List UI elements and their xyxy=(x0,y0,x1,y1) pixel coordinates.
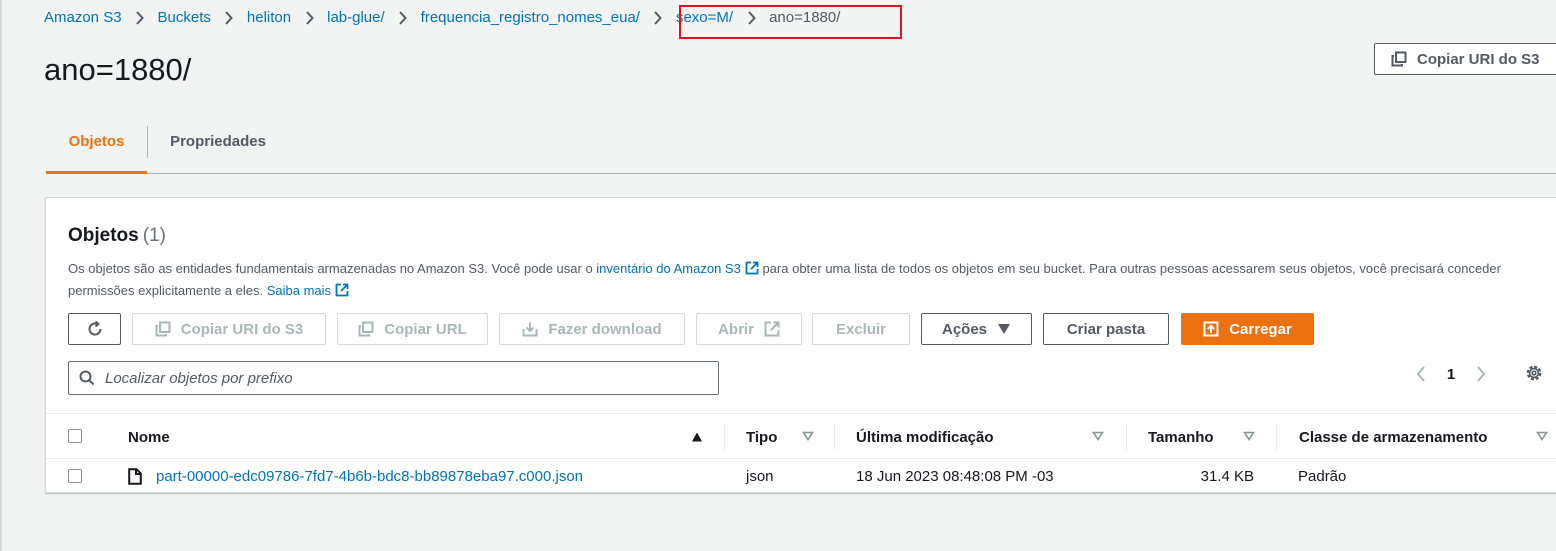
delete-button[interactable]: Excluir xyxy=(812,313,910,345)
refresh-icon xyxy=(88,320,102,336)
tab-objects[interactable]: Objetos xyxy=(46,110,147,174)
breadcrumb-buckets[interactable]: Buckets xyxy=(158,9,211,26)
file-icon xyxy=(128,468,142,485)
download-label: Fazer download xyxy=(548,320,662,338)
column-divider xyxy=(1126,424,1127,450)
pagination: 1 xyxy=(1409,361,1493,387)
breadcrumb: Amazon S3 Buckets heliton lab-glue/ freq… xyxy=(44,6,840,28)
column-divider xyxy=(1276,424,1277,450)
actions-label: Ações xyxy=(941,320,988,338)
create-folder-label: Criar pasta xyxy=(1066,320,1146,338)
download-icon xyxy=(522,322,538,337)
copy-icon xyxy=(358,321,374,337)
copy-icon xyxy=(1391,51,1407,67)
refresh-button[interactable] xyxy=(68,313,121,345)
gear-icon[interactable] xyxy=(1523,361,1545,385)
sort-icon[interactable] xyxy=(1092,431,1104,441)
page-number[interactable]: 1 xyxy=(1433,366,1469,383)
search-icon xyxy=(79,370,95,386)
chevron-right-icon xyxy=(733,9,769,26)
breadcrumb-frequencia-registro[interactable]: frequencia_registro_nomes_eua/ xyxy=(421,9,640,26)
column-header-name[interactable]: Nome xyxy=(128,414,170,460)
inventory-link[interactable]: inventário do Amazon S3 xyxy=(596,261,759,276)
objects-count: (1) xyxy=(142,225,166,246)
sort-ascending-icon[interactable] xyxy=(691,432,703,442)
learn-more-link[interactable]: Saiba mais xyxy=(267,283,349,298)
table-header: Nome Tipo Última modificação Tamanho Cla… xyxy=(46,413,1556,459)
column-header-size[interactable]: Tamanho xyxy=(1148,414,1214,460)
sort-icon[interactable] xyxy=(802,431,814,441)
download-button[interactable]: Fazer download xyxy=(499,313,685,345)
upload-button[interactable]: Carregar xyxy=(1181,313,1314,345)
chevron-right-icon xyxy=(385,9,421,26)
external-link-icon xyxy=(764,321,780,337)
breadcrumb-bucket-heliton[interactable]: heliton xyxy=(247,9,291,26)
column-divider xyxy=(834,424,835,450)
copy-url-label: Copiar URL xyxy=(384,320,467,338)
row-checkbox[interactable] xyxy=(68,469,82,483)
search-field[interactable] xyxy=(68,361,719,395)
external-link-icon xyxy=(335,283,349,297)
select-all-checkbox[interactable] xyxy=(68,429,82,443)
column-header-last-modified[interactable]: Última modificação xyxy=(856,414,994,460)
left-border xyxy=(0,0,2,551)
chevron-right-icon[interactable] xyxy=(1469,366,1493,382)
upload-icon xyxy=(1203,321,1219,337)
chevron-left-icon[interactable] xyxy=(1409,366,1433,382)
open-button[interactable]: Abrir xyxy=(696,313,802,345)
chevron-right-icon xyxy=(291,9,327,26)
create-folder-button[interactable]: Criar pasta xyxy=(1043,313,1169,345)
column-divider xyxy=(724,424,725,450)
object-last-modified: 18 Jun 2023 08:48:08 PM -03 xyxy=(856,468,1054,485)
actions-dropdown[interactable]: Ações xyxy=(921,313,1032,345)
description-text-1: Os objetos são as entidades fundamentais… xyxy=(68,261,597,276)
object-storage-class: Padrão xyxy=(1298,468,1347,485)
chevron-right-icon xyxy=(211,9,247,26)
breadcrumb-current: ano=1880/ xyxy=(769,8,841,26)
tab-properties[interactable]: Propriedades xyxy=(148,110,288,173)
page-title: ano=1880/ xyxy=(44,52,192,87)
objects-panel: Objetos (1) Os objetos são as entidades f… xyxy=(45,197,1556,493)
object-size: 31.4 KB xyxy=(1200,468,1254,485)
caret-down-icon xyxy=(998,324,1011,334)
breadcrumb-sexo-m[interactable]: sexo=M/ xyxy=(676,9,733,26)
learn-more-label: Saiba mais xyxy=(266,283,332,298)
delete-label: Excluir xyxy=(835,320,887,338)
tab-list: Objetos Propriedades xyxy=(46,110,1556,174)
search-input[interactable] xyxy=(103,368,693,388)
column-header-type[interactable]: Tipo xyxy=(746,414,777,460)
copy-icon xyxy=(155,321,171,337)
copy-url-button[interactable]: Copiar URL xyxy=(337,313,488,345)
copy-s3-uri-button[interactable]: Copiar URI do S3 xyxy=(1374,43,1556,75)
object-name-link[interactable]: part-00000-edc09786-7fd7-4b6b-bdc8-bb898… xyxy=(156,459,583,494)
objects-title-text: Objetos xyxy=(68,225,139,246)
sort-icon[interactable] xyxy=(1243,431,1255,441)
table-row: part-00000-edc09786-7fd7-4b6b-bdc8-bb898… xyxy=(46,459,1556,494)
breadcrumb-lab-glue[interactable]: lab-glue/ xyxy=(327,9,385,26)
external-link-icon xyxy=(745,261,759,275)
open-label: Abrir xyxy=(718,320,754,338)
chevron-right-icon xyxy=(122,9,158,26)
breadcrumb-amazon-s3[interactable]: Amazon S3 xyxy=(44,9,122,26)
inventory-link-label: inventário do Amazon S3 xyxy=(596,261,741,276)
objects-panel-title: Objetos (1) xyxy=(68,225,166,247)
upload-label: Carregar xyxy=(1229,320,1292,338)
sort-icon[interactable] xyxy=(1536,431,1548,441)
column-header-storage-class[interactable]: Classe de armazenamento xyxy=(1299,414,1487,460)
copy-s3-uri-toolbar-button[interactable]: Copiar URI do S3 xyxy=(132,313,326,345)
objects-description: Os objetos são as entidades fundamentais… xyxy=(68,258,1538,302)
chevron-right-icon xyxy=(640,9,676,26)
object-type: json xyxy=(746,468,774,485)
copy-s3-uri-toolbar-label: Copiar URI do S3 xyxy=(180,320,304,338)
copy-s3-uri-label: Copiar URI do S3 xyxy=(1417,50,1540,68)
